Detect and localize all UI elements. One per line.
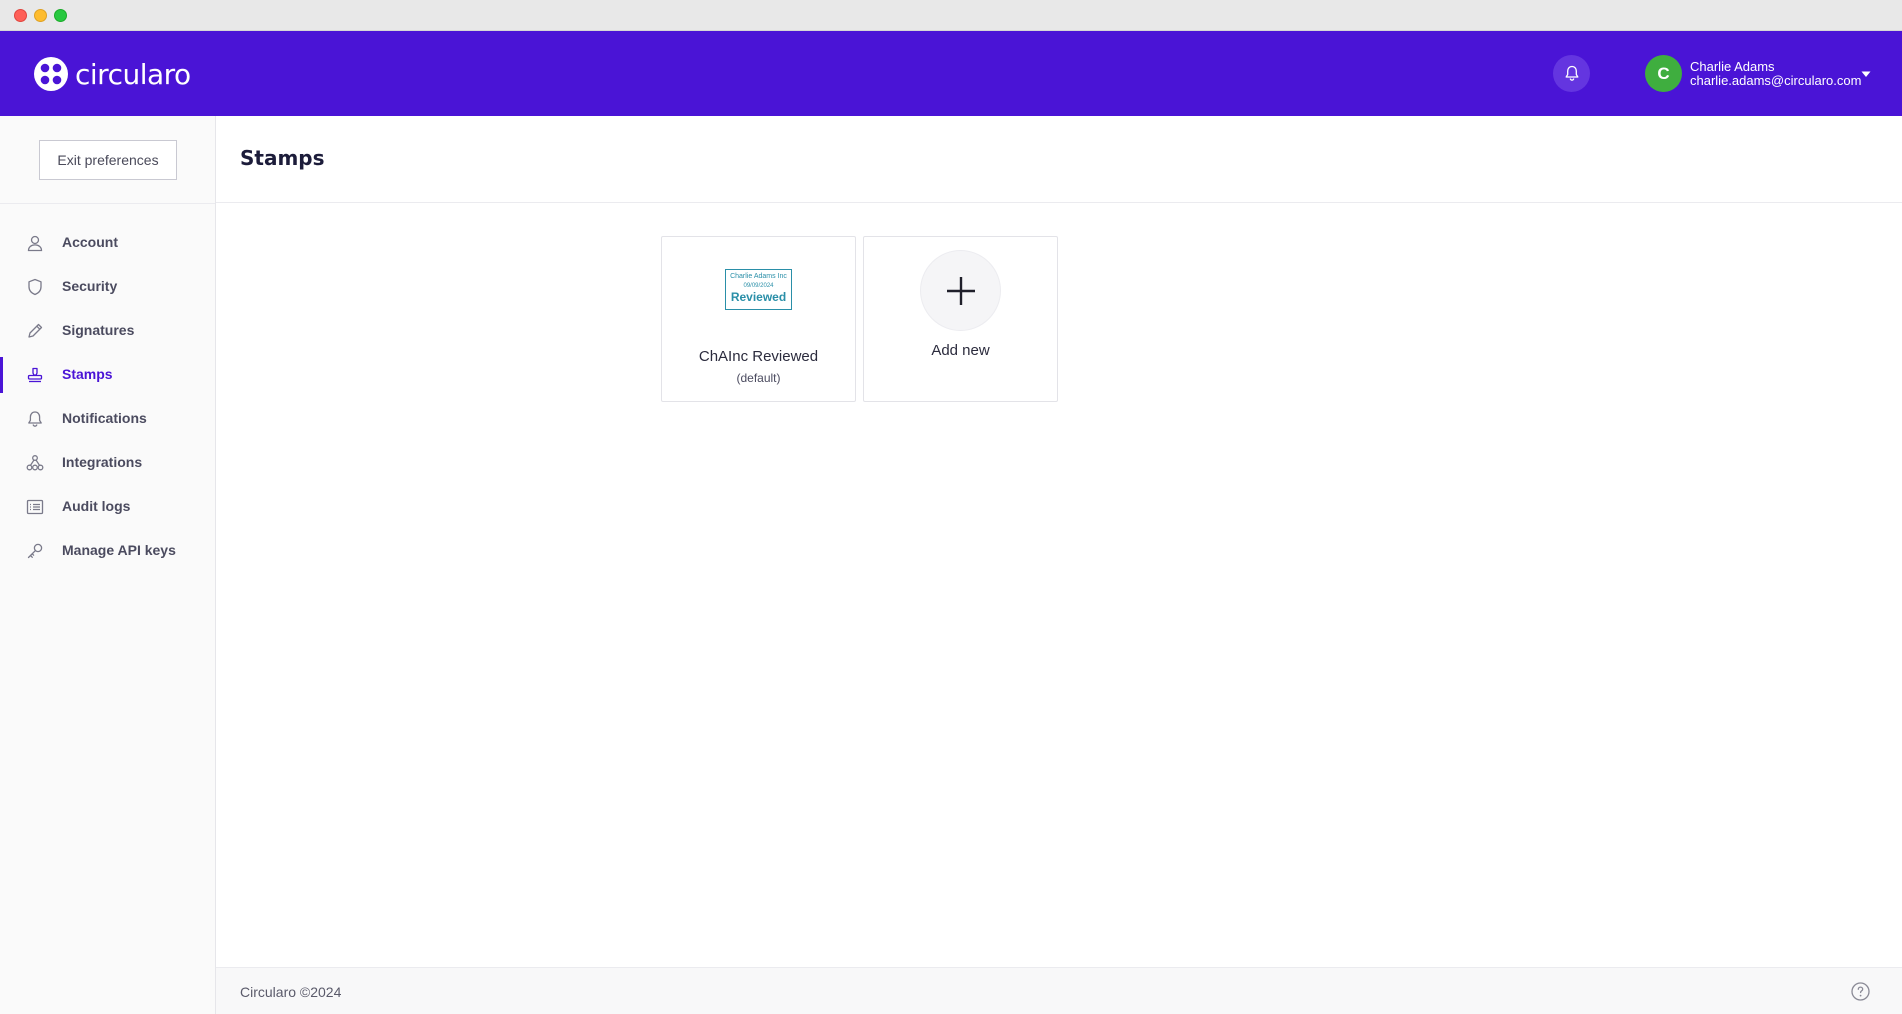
stamp-preview: Charlie Adams Inc 09/09/2024 Reviewed	[725, 269, 792, 310]
sidebar-item-label: Audit logs	[62, 498, 131, 514]
footer: Circularo ©2024	[216, 967, 1902, 1014]
stamp-preview-company: Charlie Adams Inc	[730, 273, 787, 280]
stamp-preview-word: Reviewed	[730, 290, 787, 304]
app-name: circularo	[75, 57, 191, 91]
stamp-icon	[27, 367, 43, 383]
sidebar-item-label: Account	[62, 234, 118, 250]
app-logo[interactable]: circularo	[33, 56, 191, 92]
sidebar-item-audit-logs[interactable]: Audit logs	[0, 485, 215, 529]
sidebar-item-notifications[interactable]: Notifications	[0, 397, 215, 441]
caret-down-icon[interactable]	[1860, 69, 1872, 79]
key-icon	[27, 543, 43, 559]
plus-icon	[946, 276, 975, 305]
stamp-name: ChAInc Reviewed	[698, 348, 819, 365]
page-title: Stamps	[240, 146, 325, 170]
page-header: Stamps	[216, 116, 1902, 203]
sidebar-item-account[interactable]: Account	[0, 221, 215, 265]
divider	[0, 203, 215, 204]
sidebar-item-manage-api-keys[interactable]: Manage API keys	[0, 529, 215, 573]
bell-icon	[1565, 65, 1578, 81]
stamp-default-badge: (default)	[736, 371, 781, 385]
add-stamp-button[interactable]	[920, 250, 1001, 331]
window-titlebar	[0, 0, 1902, 31]
sidebar-item-stamps[interactable]: Stamps	[0, 353, 215, 397]
pen-icon	[28, 323, 43, 338]
add-new-stamp-card[interactable]: Add new	[863, 236, 1058, 402]
top-bar: circularo C Charlie Adams charlie.adams@…	[0, 31, 1902, 116]
minimize-window-button[interactable]	[34, 9, 47, 22]
integrations-icon	[26, 455, 44, 471]
preferences-sidebar: Exit preferences Account Security Signat…	[0, 116, 216, 1014]
sidebar-item-label: Notifications	[62, 410, 147, 426]
stamp-card[interactable]: Charlie Adams Inc 09/09/2024 Reviewed Ch…	[661, 236, 856, 402]
avatar[interactable]: C	[1645, 55, 1682, 92]
help-icon[interactable]	[1851, 982, 1870, 1001]
shield-icon	[28, 278, 42, 296]
copyright-text: Circularo ©2024	[240, 984, 342, 1000]
user-email[interactable]: charlie.adams@circularo.com	[1690, 73, 1861, 88]
add-new-label: Add new	[931, 342, 990, 359]
stamp-preview-date: 09/09/2024	[743, 283, 774, 289]
sidebar-item-signatures[interactable]: Signatures	[0, 309, 215, 353]
notifications-button[interactable]	[1553, 55, 1590, 92]
zoom-window-button[interactable]	[54, 9, 67, 22]
user-name[interactable]: Charlie Adams	[1690, 59, 1775, 74]
sidebar-item-label: Integrations	[62, 454, 143, 470]
exit-preferences-button[interactable]: Exit preferences	[39, 140, 177, 180]
sidebar-item-label: Stamps	[62, 366, 113, 382]
circularo-logo-icon	[34, 57, 68, 91]
sidebar-item-label: Signatures	[62, 322, 135, 338]
sidebar-item-security[interactable]: Security	[0, 265, 215, 309]
sidebar-item-label: Security	[62, 278, 118, 294]
list-icon	[26, 499, 44, 515]
close-window-button[interactable]	[14, 9, 27, 22]
sidebar-item-label: Manage API keys	[62, 542, 176, 558]
user-icon	[27, 235, 43, 252]
bell-icon	[28, 411, 42, 427]
sidebar-item-integrations[interactable]: Integrations	[0, 441, 215, 485]
